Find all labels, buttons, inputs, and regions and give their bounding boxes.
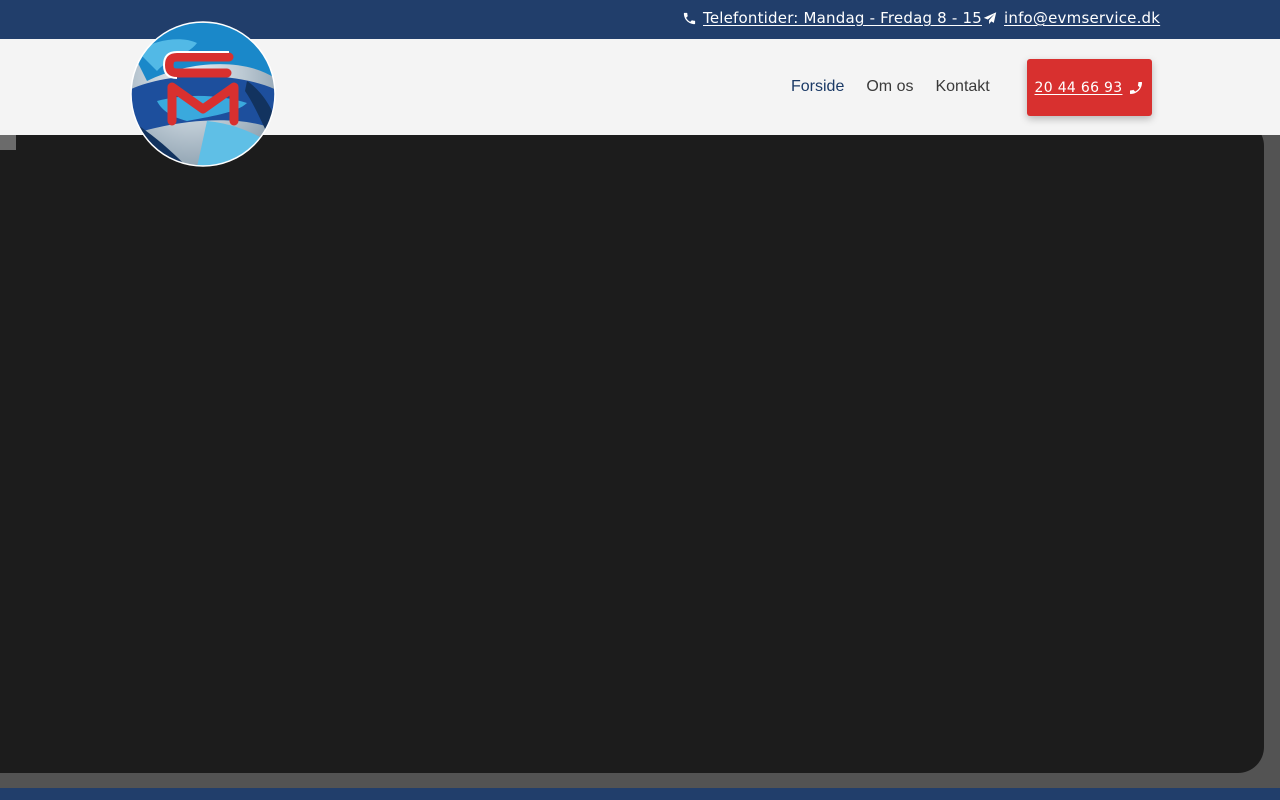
main-navigation: Forside Om os Kontakt	[780, 39, 1001, 135]
phone-icon	[683, 12, 696, 24]
call-phone-button[interactable]: 20 44 66 93	[1027, 59, 1152, 116]
nav-item-kontakt[interactable]: Kontakt	[924, 78, 1000, 96]
phone-hours-text: Telefontider: Mandag - Fredag 8 - 15	[703, 9, 982, 27]
email-text: info@evmservice.dk	[1004, 9, 1161, 27]
hero-video-area[interactable]	[0, 120, 1264, 773]
email-link[interactable]: info@evmservice.dk	[982, 9, 1160, 27]
paper-plane-icon	[983, 11, 997, 24]
footer-strip	[0, 788, 1280, 800]
site-logo[interactable]	[127, 21, 279, 167]
nav-item-om-os[interactable]: Om os	[855, 78, 924, 96]
nav-item-forside[interactable]: Forside	[780, 78, 855, 96]
phone-icon	[1130, 81, 1143, 94]
globe-logo-icon	[130, 21, 276, 167]
corner-widget-icon	[0, 135, 16, 150]
call-phone-number: 20 44 66 93	[1034, 79, 1123, 96]
phone-hours-link[interactable]: Telefontider: Mandag - Fredag 8 - 15	[682, 9, 982, 27]
